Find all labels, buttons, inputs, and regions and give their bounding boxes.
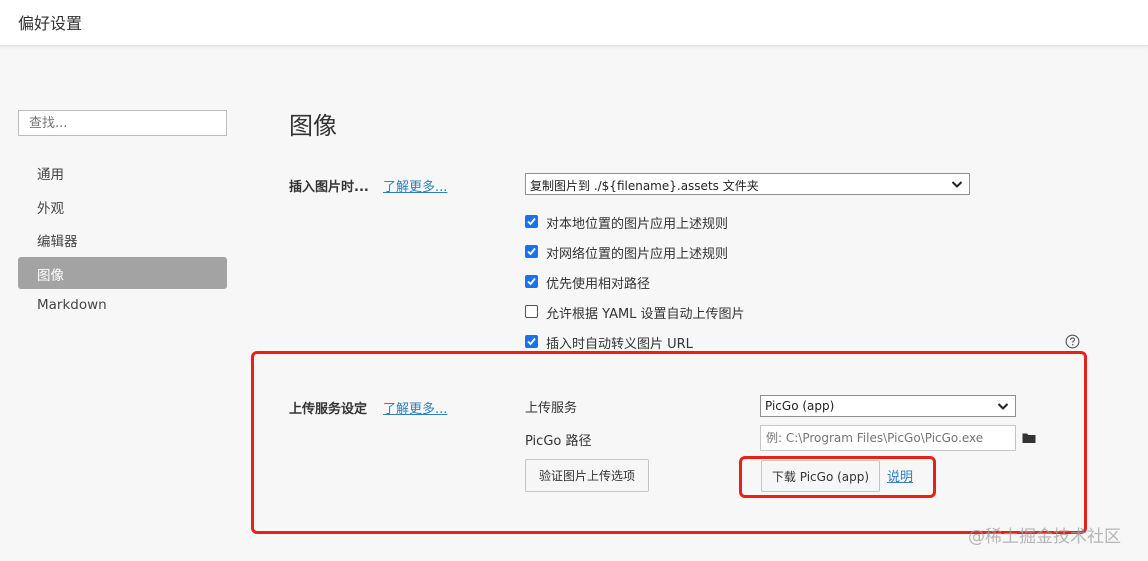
sidebar-item-label: 通用 xyxy=(37,167,64,183)
check-icon xyxy=(527,217,536,226)
picgo-path-label: PicGo 路径 xyxy=(525,434,592,449)
checkbox-checked[interactable] xyxy=(525,245,538,258)
sidebar-item-label: Markdown xyxy=(37,297,107,313)
sidebar-item-label: 编辑器 xyxy=(37,234,78,250)
option-label: 优先使用相对路径 xyxy=(546,277,651,292)
chevron-down-icon xyxy=(951,181,963,188)
download-picgo-button[interactable]: 下载 PicGo (app) xyxy=(761,460,880,492)
check-icon xyxy=(527,247,536,256)
picgo-path-input[interactable] xyxy=(760,425,1016,451)
upload-settings-label: 上传服务设定 xyxy=(289,402,368,417)
upload-service-select[interactable]: PicGo (app) xyxy=(760,395,1016,417)
watermark: @稀土掘金技术社区 xyxy=(968,527,1121,547)
insert-image-label: 插入图片时... xyxy=(289,180,369,195)
verify-upload-button[interactable]: 验证图片上传选项 xyxy=(525,459,649,492)
upload-service-label: 上传服务 xyxy=(525,401,578,416)
insert-image-select[interactable]: 复制图片到 ./${filename}.assets 文件夹 xyxy=(525,173,970,195)
sidebar-item-appearance[interactable]: 外观 xyxy=(18,190,227,222)
option-label: 插入时自动转义图片 URL xyxy=(546,337,693,352)
search-input[interactable] xyxy=(18,110,227,136)
insert-image-learn-more-link[interactable]: 了解更多... xyxy=(383,176,447,195)
checkbox-checked[interactable] xyxy=(525,335,538,348)
checkbox-unchecked[interactable] xyxy=(525,305,538,318)
option-label: 对网络位置的图片应用上述规则 xyxy=(546,247,729,262)
sidebar-item-label: 图像 xyxy=(37,268,64,284)
title-bar: 偏好设置 xyxy=(0,0,1148,46)
page-title: 图像 xyxy=(289,112,337,140)
explain-link[interactable]: 说明 xyxy=(887,466,913,485)
option-label: 对本地位置的图片应用上述规则 xyxy=(546,217,729,232)
upload-service-value: PicGo (app) xyxy=(765,399,835,413)
check-icon xyxy=(527,277,536,286)
check-icon xyxy=(527,337,536,346)
sidebar-item-image[interactable]: 图像 xyxy=(18,257,227,289)
sidebar-item-label: 外观 xyxy=(37,201,64,217)
help-circle-icon[interactable] xyxy=(1065,334,1080,349)
checkbox-checked[interactable] xyxy=(525,275,538,288)
option-label: 允许根据 YAML 设置自动上传图片 xyxy=(546,307,745,322)
upload-learn-more-link[interactable]: 了解更多... xyxy=(383,398,447,417)
sidebar-item-general[interactable]: 通用 xyxy=(18,156,227,188)
folder-icon[interactable] xyxy=(1022,432,1036,444)
sidebar-item-markdown[interactable]: Markdown xyxy=(18,290,227,322)
chevron-down-icon xyxy=(997,403,1009,410)
checkbox-checked[interactable] xyxy=(525,215,538,228)
insert-image-select-value: 复制图片到 ./${filename}.assets 文件夹 xyxy=(530,179,759,193)
sidebar-item-editor[interactable]: 编辑器 xyxy=(18,223,227,255)
window-title: 偏好设置 xyxy=(18,14,83,33)
